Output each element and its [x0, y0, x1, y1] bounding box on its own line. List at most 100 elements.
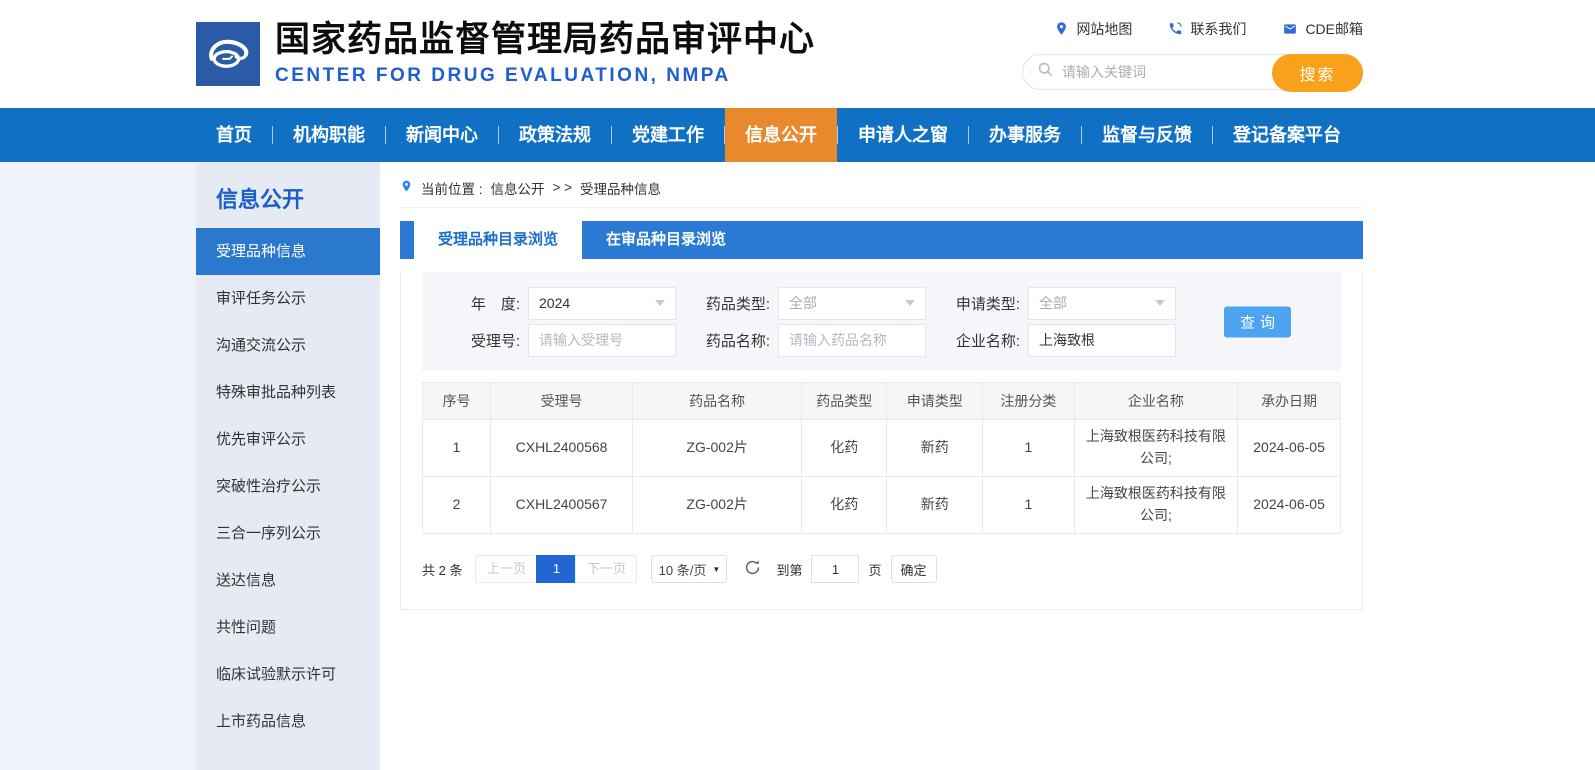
chevron-down-icon — [905, 300, 915, 306]
table-row: 1 CXHL2400568 ZG-002片 化药 新药 1 上海致根医药科技有限… — [423, 420, 1341, 477]
pagination-total: 共 2 条 — [422, 560, 462, 579]
nav-item-home[interactable]: 首页 — [196, 108, 272, 162]
table-header-row: 序号 受理号 药品名称 药品类型 申请类型 注册分类 企业名称 承办日期 — [423, 383, 1341, 420]
refresh-icon — [744, 559, 761, 579]
year-select-value: 2024 — [539, 295, 570, 311]
page-1-button[interactable]: 1 — [536, 555, 576, 583]
query-button[interactable]: 查询 — [1224, 306, 1291, 337]
page-size-select[interactable]: 10 条/页 ▼ — [651, 555, 727, 583]
cell-company-name: 上海致根医药科技有限公司; — [1074, 477, 1237, 534]
sidebar-item-marketed-drug-info[interactable]: 上市药品信息 — [196, 698, 380, 745]
filter-panel: 年 度: 2024 药品类型: 全部 — [422, 272, 1341, 371]
page: 国家药品监督管理局药品审评中心 CENTER FOR DRUG EVALUATI… — [0, 0, 1595, 770]
tab-under-review-catalog[interactable]: 在审品种目录浏览 — [582, 221, 750, 259]
site-header: 国家药品监督管理局药品审评中心 CENTER FOR DRUG EVALUATI… — [0, 0, 1595, 108]
sidebar-title: 信息公开 — [196, 182, 380, 228]
cell-drug-type: 化药 — [802, 420, 887, 477]
sidebar-item-review-task-publicity[interactable]: 审评任务公示 — [196, 275, 380, 322]
nav-item-news[interactable]: 新闻中心 — [386, 108, 498, 162]
nav-item-info-disclosure[interactable]: 信息公开 — [725, 108, 837, 162]
sidebar-item-breakthrough-therapy-publicity[interactable]: 突破性治疗公示 — [196, 463, 380, 510]
cell-drug-name: ZG-002片 — [633, 420, 802, 477]
field-application-type: 申请类型: 全部 — [940, 287, 1176, 320]
breadcrumb-current: 受理品种信息 — [580, 178, 661, 198]
acceptance-number-input[interactable] — [528, 324, 676, 357]
nav-item-functions[interactable]: 机构职能 — [273, 108, 385, 162]
cde-logo-icon — [196, 22, 260, 86]
goto-label: 到第 — [776, 560, 802, 579]
location-pin-icon — [1054, 21, 1069, 36]
main-nav: 首页 机构职能 新闻中心 政策法规 党建工作 信息公开 申请人之窗 办事服务 监… — [0, 108, 1595, 162]
sidebar-item-three-in-one-sequence[interactable]: 三合一序列公示 — [196, 510, 380, 557]
field-drug-type: 药品类型: 全部 — [690, 287, 926, 320]
nav-item-registration-platform[interactable]: 登记备案平台 — [1213, 108, 1361, 162]
link-cde-mail[interactable]: CDE邮箱 — [1282, 19, 1363, 39]
tab-accepted-catalog[interactable]: 受理品种目录浏览 — [414, 221, 582, 259]
search-button[interactable]: 搜索 — [1272, 54, 1363, 92]
column-header-acceptance-number: 受理号 — [490, 383, 632, 420]
chevron-down-icon — [655, 300, 665, 306]
drug-type-select-value: 全部 — [789, 293, 817, 313]
company-name-input[interactable] — [1028, 324, 1176, 357]
prev-page-button[interactable]: 上一页 — [475, 555, 537, 583]
sidebar-item-accepted-variety-info[interactable]: 受理品种信息 — [196, 228, 380, 275]
nav-item-party-building[interactable]: 党建工作 — [612, 108, 724, 162]
cell-index: 1 — [423, 420, 491, 477]
sidebar-item-special-approval-list[interactable]: 特殊审批品种列表 — [196, 369, 380, 416]
nav-item-applicant-window[interactable]: 申请人之窗 — [838, 108, 968, 162]
quick-links: 网站地图 联系我们 CDE邮箱 — [1054, 19, 1363, 39]
brand: 国家药品监督管理局药品审评中心 CENTER FOR DRUG EVALUATI… — [196, 21, 815, 87]
location-pin-icon — [400, 178, 413, 197]
sidebar: 信息公开 受理品种信息 审评任务公示 沟通交流公示 特殊审批品种列表 优先审评公… — [196, 162, 380, 770]
field-label: 药品类型: — [690, 293, 770, 314]
field-company-name: 企业名称: — [940, 324, 1176, 357]
field-label: 年 度: — [440, 293, 520, 314]
sidebar-item-communication-publicity[interactable]: 沟通交流公示 — [196, 322, 380, 369]
sidebar-item-priority-review-publicity[interactable]: 优先审评公示 — [196, 416, 380, 463]
chevron-down-icon: ▼ — [712, 565, 720, 574]
quick-link-label: 联系我们 — [1190, 19, 1246, 39]
refresh-button[interactable] — [742, 559, 762, 579]
left-gutter — [0, 162, 196, 770]
sidebar-item-clinical-trial-implied-license[interactable]: 临床试验默示许可 — [196, 651, 380, 698]
column-header-drug-type: 药品类型 — [802, 383, 887, 420]
drug-type-select[interactable]: 全部 — [778, 287, 926, 320]
field-acceptance-number: 受理号: — [440, 324, 676, 357]
cell-acceptance-number: CXHL2400567 — [490, 477, 632, 534]
search-icon — [1037, 61, 1054, 83]
field-label: 药品名称: — [690, 330, 770, 351]
cell-application-type: 新药 — [887, 420, 982, 477]
link-site-map[interactable]: 网站地图 — [1054, 19, 1132, 39]
link-contact-us[interactable]: 联系我们 — [1168, 19, 1246, 39]
next-page-button[interactable]: 下一页 — [575, 555, 637, 583]
column-header-application-type: 申请类型 — [887, 383, 982, 420]
field-drug-name: 药品名称: — [690, 324, 926, 357]
site-search: 搜索 — [1022, 54, 1363, 90]
application-type-select[interactable]: 全部 — [1028, 287, 1176, 320]
column-header-company-name: 企业名称 — [1074, 383, 1237, 420]
pagination: 共 2 条 上一页 1 下一页 10 条/页 ▼ — [422, 555, 1341, 583]
nav-item-services[interactable]: 办事服务 — [969, 108, 1081, 162]
confirm-button[interactable]: 确定 — [891, 555, 937, 583]
cell-application-type: 新药 — [887, 477, 982, 534]
content-card: 年 度: 2024 药品类型: 全部 — [400, 272, 1363, 610]
nav-item-policies[interactable]: 政策法规 — [499, 108, 611, 162]
goto-page-input[interactable] — [811, 555, 859, 583]
nav-item-supervision-feedback[interactable]: 监督与反馈 — [1082, 108, 1212, 162]
quick-link-label: 网站地图 — [1076, 19, 1132, 39]
drug-name-input[interactable] — [778, 324, 926, 357]
sidebar-item-delivery-info[interactable]: 送达信息 — [196, 557, 380, 604]
brand-text: 国家药品监督管理局药品审评中心 CENTER FOR DRUG EVALUATI… — [275, 21, 815, 87]
cell-index: 2 — [423, 477, 491, 534]
column-header-index: 序号 — [423, 383, 491, 420]
sidebar-item-common-issues[interactable]: 共性问题 — [196, 604, 380, 651]
chevron-down-icon — [1155, 300, 1165, 306]
field-year: 年 度: 2024 — [440, 287, 676, 320]
breadcrumb-section[interactable]: 信息公开 — [491, 178, 545, 198]
field-label: 企业名称: — [940, 330, 1020, 351]
mail-icon — [1282, 22, 1298, 36]
cell-drug-type: 化药 — [802, 477, 887, 534]
main-content: 当前位置 : 信息公开 > > 受理品种信息 受理品种目录浏览 在审品种目录浏览 — [380, 162, 1595, 770]
year-select[interactable]: 2024 — [528, 287, 676, 320]
cell-company-name: 上海致根医药科技有限公司; — [1074, 420, 1237, 477]
